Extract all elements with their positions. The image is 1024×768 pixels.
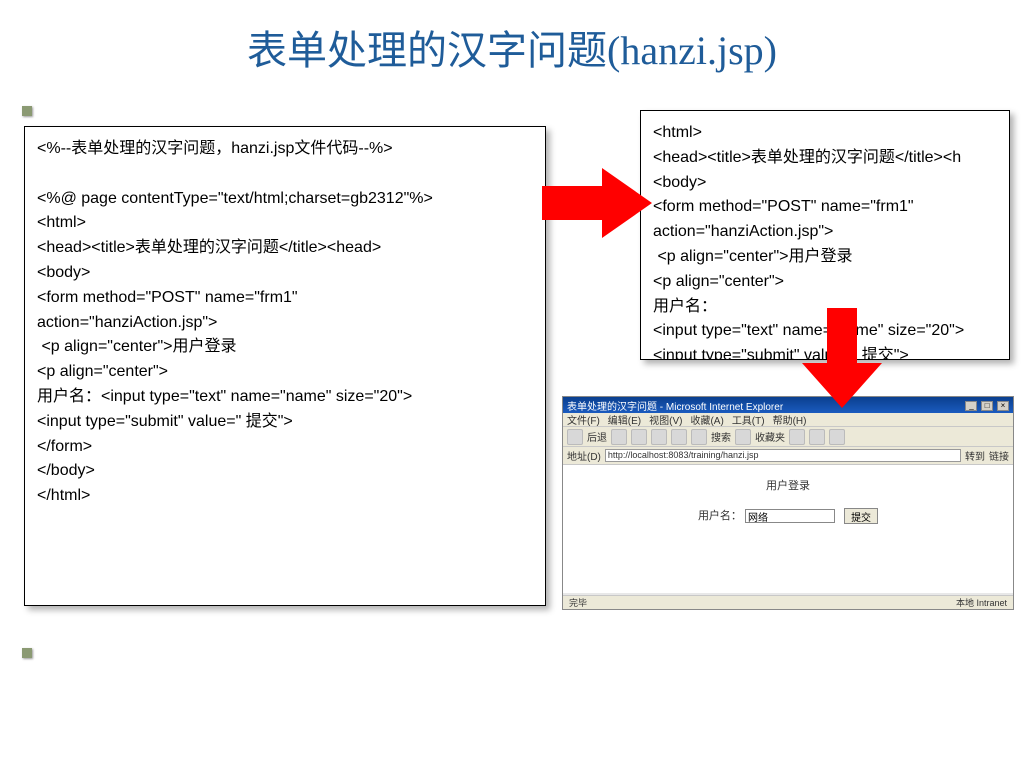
search-icon[interactable]: [691, 429, 707, 445]
stop-icon[interactable]: [631, 429, 647, 445]
menu-file[interactable]: 文件(F): [567, 412, 600, 427]
bullet-decoration: [22, 648, 32, 658]
go-button[interactable]: 转到: [965, 448, 985, 463]
url-input[interactable]: http://localhost:8083/training/hanzi.jsp: [605, 449, 961, 462]
slide-title: 表单处理的汉字问题(hanzi.jsp): [0, 0, 1024, 94]
browser-titlebar: 表单处理的汉字问题 - Microsoft Internet Explorer …: [563, 397, 1013, 413]
browser-statusbar: 完毕 本地 Intranet: [563, 595, 1013, 609]
window-controls: _ □ ×: [964, 400, 1009, 411]
links-label: 链接: [989, 448, 1009, 463]
username-input[interactable]: [745, 509, 835, 523]
status-zone: 本地 Intranet: [956, 596, 1007, 609]
browser-window-title: 表单处理的汉字问题 - Microsoft Internet Explorer: [567, 398, 783, 413]
back-icon[interactable]: [567, 429, 583, 445]
refresh-icon[interactable]: [651, 429, 667, 445]
minimize-icon[interactable]: _: [965, 401, 977, 411]
browser-addressbar: 地址(D) http://localhost:8083/training/han…: [563, 447, 1013, 465]
page-heading: 用户登录: [563, 477, 1013, 493]
browser-page-content: 用户登录 用户名： 提交: [563, 465, 1013, 593]
maximize-icon[interactable]: □: [981, 401, 993, 411]
address-label: 地址(D): [567, 448, 601, 463]
print-icon[interactable]: [829, 429, 845, 445]
back-label: 后退: [587, 429, 607, 444]
close-icon[interactable]: ×: [997, 401, 1009, 411]
bullet-decoration: [22, 106, 32, 116]
home-icon[interactable]: [671, 429, 687, 445]
favorites-icon[interactable]: [735, 429, 751, 445]
username-label: 用户名：: [698, 510, 742, 522]
browser-toolbar: 后退 搜索 收藏夹: [563, 427, 1013, 447]
submit-button[interactable]: 提交: [844, 508, 878, 524]
browser-window: 表单处理的汉字问题 - Microsoft Internet Explorer …: [562, 396, 1014, 610]
forward-icon[interactable]: [611, 429, 627, 445]
mail-icon[interactable]: [809, 429, 825, 445]
source-code-jsp: <%--表单处理的汉字问题，hanzi.jsp文件代码--%> <%@ page…: [24, 126, 546, 606]
favorites-label: 收藏夹: [755, 429, 785, 444]
arrow-right-icon: [542, 168, 652, 238]
menu-help[interactable]: 帮助(H): [773, 412, 807, 427]
history-icon[interactable]: [789, 429, 805, 445]
arrow-down-icon: [802, 308, 882, 408]
menu-edit[interactable]: 编辑(E): [608, 412, 641, 427]
menu-favorites[interactable]: 收藏(A): [690, 412, 723, 427]
browser-menubar: 文件(F) 编辑(E) 视图(V) 收藏(A) 工具(T) 帮助(H): [563, 413, 1013, 427]
status-done: 完毕: [569, 596, 587, 609]
menu-view[interactable]: 视图(V): [649, 412, 682, 427]
menu-tools[interactable]: 工具(T): [732, 412, 765, 427]
search-label: 搜索: [711, 429, 731, 444]
